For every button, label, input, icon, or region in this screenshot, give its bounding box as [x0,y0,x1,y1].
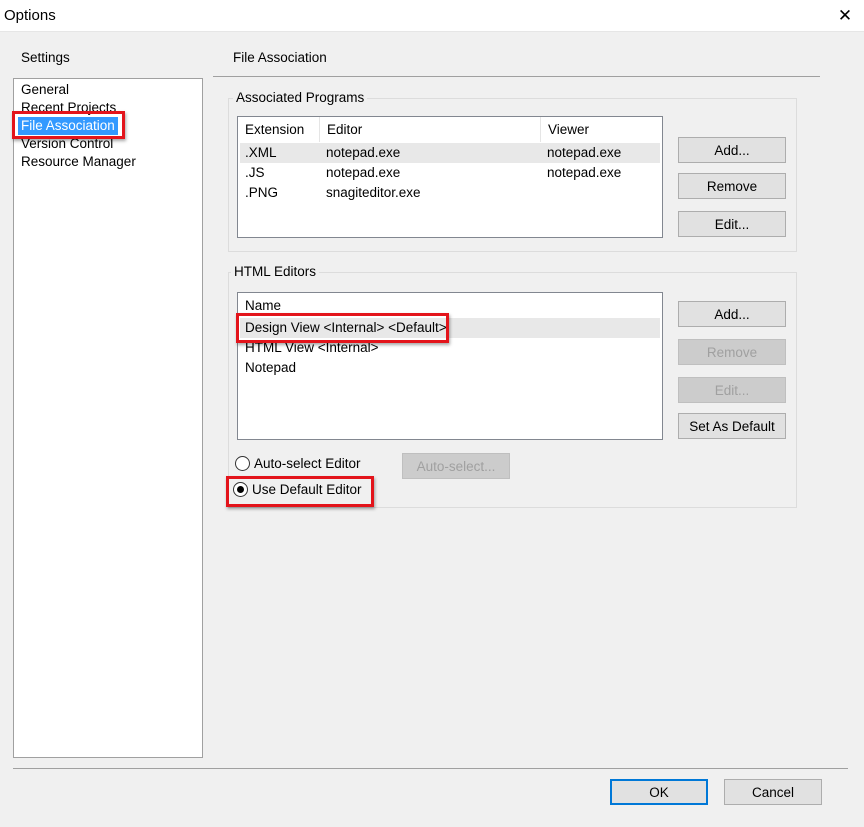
auto-select-editor-radio[interactable]: Auto-select Editor [235,456,361,471]
divider [213,76,820,77]
cell-editor: snagiteditor.exe [326,185,421,200]
radio-checked-icon [233,482,248,497]
settings-item-general[interactable]: General [20,81,70,99]
column-header-name[interactable]: Name [238,293,662,318]
table-row[interactable]: .JS notepad.exe notepad.exe [240,163,660,183]
cell-extension: .JS [245,165,265,180]
auto-select-button[interactable]: Auto-select... [402,453,510,479]
auto-select-editor-label: Auto-select Editor [254,456,361,471]
editor-name: Design View <Internal> <Default> [245,320,447,335]
settings-item-resource-manager[interactable]: Resource Manager [20,153,137,171]
associated-programs-table: Extension Editor Viewer .XML notepad.exe… [237,116,663,238]
list-item[interactable]: HTML View <Internal> [240,338,660,358]
ok-button[interactable]: OK [610,779,708,805]
editors-remove-button[interactable]: Remove [678,339,786,365]
close-icon: ✕ [837,6,853,25]
settings-item-file-association[interactable]: File Association [18,117,118,135]
title-bar [0,0,864,32]
programs-remove-button[interactable]: Remove [678,173,786,199]
use-default-editor-label: Use Default Editor [252,482,362,497]
settings-heading: Settings [21,50,70,65]
close-button[interactable]: ✕ [826,0,864,32]
radio-unchecked-icon [235,456,250,471]
table-row[interactable]: .PNG snagiteditor.exe [240,183,660,203]
cell-editor: notepad.exe [326,165,401,180]
page-title: File Association [233,50,327,65]
cell-editor: notepad.exe [326,145,401,160]
use-default-editor-radio[interactable]: Use Default Editor [233,482,362,497]
cell-viewer: notepad.exe [547,145,622,160]
editors-edit-button[interactable]: Edit... [678,377,786,403]
editor-name: Notepad [245,360,297,375]
column-header-editor[interactable]: Editor [320,117,541,142]
cancel-button[interactable]: Cancel [724,779,822,805]
list-item[interactable]: Design View <Internal> <Default> [240,318,660,338]
cell-viewer: notepad.exe [547,165,622,180]
programs-add-button[interactable]: Add... [678,137,786,163]
settings-list: General Recent Projects File Association… [13,78,203,758]
cell-extension: .XML [245,145,277,160]
column-header-viewer[interactable]: Viewer [541,117,662,142]
html-editors-label: HTML Editors [231,264,320,279]
settings-item-version-control[interactable]: Version Control [20,135,114,153]
html-editors-list: Name Design View <Internal> <Default> HT… [237,292,663,440]
associated-programs-label: Associated Programs [233,90,368,105]
column-header-extension[interactable]: Extension [238,117,320,142]
editors-add-button[interactable]: Add... [678,301,786,327]
cell-extension: .PNG [245,185,279,200]
footer-divider [13,768,848,769]
set-as-default-button[interactable]: Set As Default [678,413,786,439]
settings-item-recent-projects[interactable]: Recent Projects [20,99,117,117]
window-title: Options [4,7,56,24]
list-item[interactable]: Notepad [240,358,660,378]
editor-name: HTML View <Internal> [245,340,379,355]
table-row[interactable]: .XML notepad.exe notepad.exe [240,143,660,163]
programs-edit-button[interactable]: Edit... [678,211,786,237]
